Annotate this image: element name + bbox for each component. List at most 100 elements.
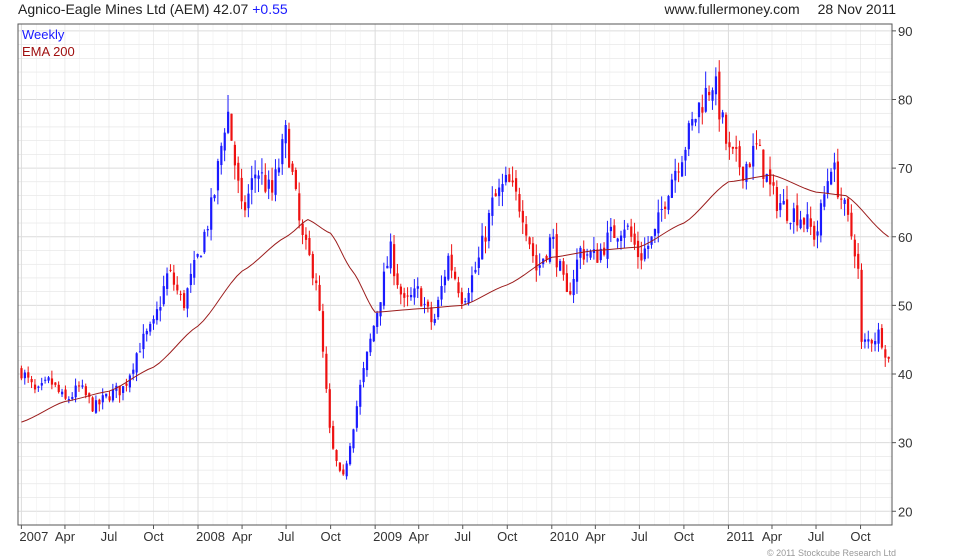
candle-body — [182, 293, 186, 309]
candle-body — [328, 389, 331, 428]
candle-body — [562, 261, 565, 275]
candle-body — [664, 206, 667, 210]
candle-body — [643, 248, 646, 260]
candle-body — [98, 399, 101, 405]
x-tick-label: Jul — [808, 529, 825, 544]
candle-body — [518, 194, 521, 212]
candle-body — [169, 269, 172, 271]
candle-body — [775, 187, 779, 212]
candle-body — [701, 107, 704, 113]
candle-body — [413, 288, 416, 298]
candle-body — [399, 286, 402, 295]
candle-body — [108, 396, 111, 401]
candle-body — [887, 356, 890, 359]
candle-body — [680, 162, 684, 177]
candle-body — [884, 349, 887, 358]
candle-body — [179, 293, 182, 295]
candle-body — [853, 239, 856, 257]
candle-body — [769, 169, 772, 185]
candle-body — [826, 181, 829, 194]
candle-body — [365, 351, 369, 371]
candle-body — [193, 260, 196, 278]
candle-body — [44, 379, 47, 381]
candle-body — [57, 384, 60, 392]
candle-body — [281, 139, 284, 165]
candle-body — [823, 194, 826, 207]
candle-body — [487, 212, 491, 242]
candle-body — [416, 286, 419, 289]
candle-body — [132, 369, 135, 374]
candle-body — [298, 193, 301, 221]
candle-body — [440, 286, 443, 300]
candle-body — [735, 147, 738, 149]
candle-body — [325, 353, 328, 389]
candle-body — [833, 162, 836, 170]
candle-body — [247, 193, 250, 209]
candle-body — [714, 76, 718, 95]
candle-body — [697, 102, 701, 118]
candle-body — [237, 162, 240, 181]
candle-body — [481, 235, 484, 260]
candle-body — [257, 175, 260, 179]
candle-body — [457, 282, 460, 294]
candle-body — [33, 384, 37, 390]
candle-body — [572, 278, 575, 296]
candle-body — [142, 333, 145, 350]
candle-body — [603, 247, 606, 255]
candle-body — [128, 375, 131, 388]
candle-body — [77, 385, 81, 387]
candle-body — [308, 237, 311, 255]
candle-body — [84, 386, 87, 396]
candle-body — [843, 199, 846, 204]
candle-body — [264, 174, 267, 192]
candle-body — [657, 212, 660, 234]
candle-body — [582, 249, 585, 260]
candle-body — [125, 383, 128, 386]
candle-body — [210, 197, 213, 230]
candle-body — [47, 377, 50, 381]
candle-body — [352, 429, 355, 449]
candle-body — [81, 385, 84, 387]
candle-body — [91, 397, 94, 412]
candle-body — [880, 328, 884, 348]
candle-body — [382, 271, 386, 306]
candle-body — [437, 299, 440, 318]
y-tick-label: 20 — [898, 504, 912, 519]
candle-body — [667, 196, 670, 210]
candle-body — [64, 389, 67, 399]
candle-body — [50, 378, 54, 385]
candle-body — [748, 163, 751, 168]
x-tick-label: Oct — [850, 529, 871, 544]
candle-body — [355, 406, 358, 428]
candle-body — [711, 90, 714, 101]
candle-body — [840, 198, 843, 200]
candle-body — [342, 469, 345, 475]
candle-body — [335, 450, 338, 461]
candle-body — [640, 253, 643, 261]
candle-body — [586, 254, 589, 256]
candle-body — [606, 232, 609, 259]
candle-body — [199, 256, 203, 258]
candle-body — [403, 293, 406, 298]
candle-body — [389, 241, 392, 269]
candle-body — [725, 114, 728, 144]
candle-body — [721, 112, 724, 118]
price-chart: 20 30 40 50 60 70 80 90 2007 Apr Jul Oct 2008 Apr Jul… — [17, 23, 912, 544]
candle-body — [813, 225, 816, 240]
candle-body — [189, 273, 192, 286]
candle-body — [806, 214, 809, 229]
candle-body — [623, 229, 626, 238]
candle-body — [118, 385, 121, 396]
candle-body — [362, 368, 365, 383]
copyright-credit: © 2011 Stockcube Research Ltd — [766, 548, 896, 558]
candle-body — [785, 199, 789, 221]
candle-body — [40, 383, 43, 386]
candle-body — [450, 254, 453, 271]
x-tick-label: Jul — [101, 529, 118, 544]
candle-body — [596, 249, 599, 263]
candle-body — [376, 313, 379, 327]
candle-body — [304, 234, 308, 240]
candle-body — [718, 71, 721, 120]
candle-body — [647, 245, 650, 250]
candle-body — [809, 218, 812, 227]
